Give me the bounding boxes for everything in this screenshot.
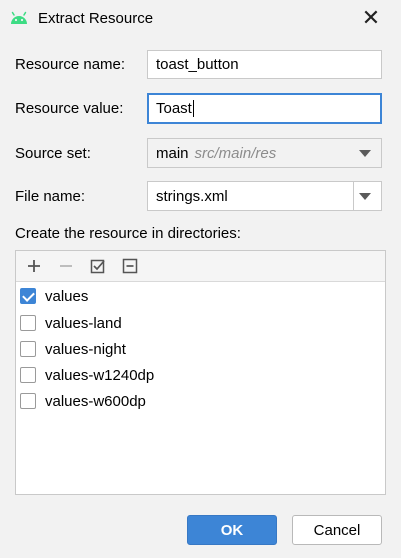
resource-name-label: Resource name: (15, 56, 126, 73)
ok-button[interactable]: OK (187, 515, 277, 545)
checkbox[interactable] (20, 315, 36, 331)
text-caret (192, 100, 194, 117)
android-icon (11, 11, 27, 24)
source-set-hint: src/main/res (194, 144, 277, 162)
directories-heading: Create the resource in directories: (15, 225, 241, 242)
resource-name-input[interactable]: toast_button (147, 50, 382, 79)
source-set-label: Source set: (15, 145, 91, 162)
list-toolbar (16, 251, 385, 282)
directories-list-panel: values values-land values-night values-w… (15, 250, 386, 495)
chevron-down-icon (359, 150, 371, 157)
resource-name-value: toast_button (156, 56, 239, 73)
directory-item-values[interactable]: values (20, 284, 88, 308)
checkbox[interactable] (20, 341, 36, 357)
checkbox-checked[interactable] (20, 288, 36, 304)
checkbox[interactable] (20, 367, 36, 383)
file-name-label: File name: (15, 188, 86, 205)
directory-label: values-land (45, 314, 122, 332)
deselect-all-icon[interactable] (120, 256, 140, 276)
combo-divider (353, 182, 354, 210)
file-name-value: strings.xml (156, 187, 228, 205)
add-icon[interactable] (24, 256, 44, 276)
directory-item-values-land[interactable]: values-land (20, 311, 122, 335)
directory-item-values-night[interactable]: values-night (20, 337, 126, 361)
resource-value-label: Resource value: (15, 100, 124, 117)
directory-item-values-w1240dp[interactable]: values-w1240dp (20, 363, 154, 387)
source-set-value: main (156, 144, 189, 162)
directory-label: values (45, 287, 89, 305)
directory-label: values-w1240dp (45, 366, 155, 384)
directory-label: values-w600dp (45, 392, 146, 410)
resource-value-input[interactable]: Toast (147, 93, 382, 124)
file-name-combobox[interactable]: strings.xml (147, 181, 382, 211)
close-icon[interactable]: ✕ (360, 6, 382, 30)
directory-label: values-night (45, 340, 126, 358)
checkbox[interactable] (20, 393, 36, 409)
resource-value-value: Toast (156, 100, 192, 117)
remove-icon[interactable] (56, 256, 76, 276)
source-set-dropdown[interactable]: main src/main/res (147, 138, 382, 168)
cancel-button[interactable]: Cancel (292, 515, 382, 545)
select-all-icon[interactable] (88, 256, 108, 276)
chevron-down-icon[interactable] (359, 193, 371, 200)
title-bar: Extract Resource ✕ (0, 0, 401, 38)
directory-item-values-w600dp[interactable]: values-w600dp (20, 389, 146, 413)
window-title: Extract Resource (38, 10, 154, 27)
